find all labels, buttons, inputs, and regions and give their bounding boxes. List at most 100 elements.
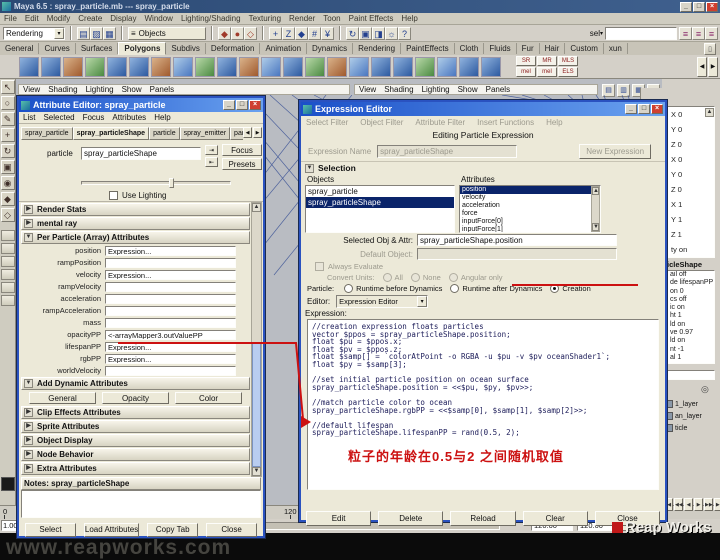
transport-button[interactable]: ◀◀: [674, 498, 683, 511]
move-tool-icon[interactable]: +: [1, 128, 15, 142]
attribute-value-field[interactable]: [105, 282, 236, 292]
add-attribute-button[interactable]: Color: [175, 392, 242, 404]
section-bar[interactable]: ▶ mental ray: [21, 217, 250, 230]
shelf-icon[interactable]: [261, 57, 281, 77]
transport-button[interactable]: ▶: [694, 498, 703, 511]
ipr-render-icon[interactable]: ◨: [372, 27, 385, 40]
add-attribute-button[interactable]: Opacity: [102, 392, 169, 404]
panel-menu-item[interactable]: Show: [122, 85, 142, 94]
attributes-list[interactable]: positionvelocityaccelerationforceinputFo…: [459, 185, 601, 233]
radio-icon[interactable]: [344, 284, 353, 293]
channel-box-footer-field[interactable]: [667, 370, 715, 380]
layout-shortcut-button[interactable]: [1, 269, 15, 280]
attribute-editor-tab[interactable]: particleClo: [230, 127, 243, 140]
ee-minimize-button[interactable]: _: [625, 104, 637, 114]
shelf-icon[interactable]: [481, 57, 501, 77]
show-future-icon[interactable]: ⇤: [205, 157, 218, 167]
attribute-value-field[interactable]: Expression...: [105, 354, 236, 364]
particle-mode-option[interactable]: Runtime before Dynamics: [344, 284, 450, 293]
expression-text-area[interactable]: //creation expression floats particlesve…: [307, 319, 659, 490]
ae-menu-item[interactable]: List: [23, 113, 35, 122]
new-scene-icon[interactable]: ▤: [77, 27, 90, 40]
attribute-value-field[interactable]: Expression...: [105, 246, 236, 256]
ae-bottom-button[interactable]: Copy Tab: [147, 523, 198, 537]
save-scene-icon[interactable]: ▦: [103, 27, 116, 40]
particle-mode-option[interactable]: Creation: [550, 284, 598, 293]
channel-row[interactable]: ve 0.97: [668, 329, 714, 337]
editor-dropdown[interactable]: Expression Editor ▾: [336, 295, 428, 308]
object-list-item[interactable]: spray_particleShape: [306, 197, 454, 208]
shape-channel-list[interactable]: ail offde lifespanPP oon 0cs offic onht …: [667, 270, 715, 364]
ae-bottom-button[interactable]: Load Attributes: [84, 523, 139, 537]
menu-item[interactable]: File: [4, 14, 17, 23]
attribute-editor-window[interactable]: Attribute Editor: spray_particle _ □ × L…: [17, 96, 265, 538]
shelf-tab[interactable]: Rendering: [353, 43, 401, 54]
toggle-tool-settings-icon[interactable]: ≡: [692, 27, 705, 40]
layout-shortcut-button[interactable]: [1, 282, 15, 293]
selection-mask-field[interactable]: ≡ Objects: [128, 27, 206, 40]
section-bar[interactable]: ▶ Clip Effects Attributes: [21, 406, 250, 419]
always-evaluate-checkbox[interactable]: [315, 262, 324, 271]
mel-shelf-button[interactable]: SR: [516, 56, 536, 66]
shelf-icon[interactable]: [283, 57, 303, 77]
collapse-arrow-icon[interactable]: ▼: [24, 379, 33, 388]
shelf-scroll-right-icon[interactable]: ▶: [708, 57, 718, 77]
ae-menu-item[interactable]: Help: [154, 113, 170, 122]
shelf-icon[interactable]: [393, 57, 413, 77]
attribute-list-item[interactable]: velocity: [460, 194, 592, 202]
section-bar[interactable]: ▶ Extra Attributes: [21, 462, 250, 475]
menuset-dropdown-arrow-icon[interactable]: ▾: [54, 28, 64, 39]
particle-mode-option[interactable]: Runtime after Dynamics: [450, 284, 550, 293]
objects-list[interactable]: spray_particlespray_particleShape: [305, 185, 455, 233]
section-bar[interactable]: ▶ Node Behavior: [21, 448, 250, 461]
shelf-tab[interactable]: PaintEffects: [401, 43, 455, 54]
attribute-editor-tab[interactable]: spray_particle: [21, 127, 73, 140]
soft-mod-tool-icon[interactable]: ◉: [1, 176, 15, 190]
shelf-tab[interactable]: Hair: [540, 43, 566, 54]
select-by-hierarchy-icon[interactable]: ◆: [218, 27, 231, 40]
toggle-attribute-editor-icon[interactable]: ≡: [679, 27, 692, 40]
menuset-dropdown[interactable]: Rendering ▾: [3, 27, 65, 40]
ae-menu-item[interactable]: Selected: [43, 113, 74, 122]
attribute-list-item[interactable]: force: [460, 210, 592, 218]
use-lighting-checkbox[interactable]: [109, 191, 118, 200]
menu-item[interactable]: Help: [401, 14, 417, 23]
attribute-value-field[interactable]: <-arrayMapper3.outValuePP: [105, 330, 236, 340]
section-bar[interactable]: ▶ Render Stats: [21, 203, 250, 216]
attribute-editor-tab[interactable]: spray_emitter: [180, 127, 230, 140]
mel-shelf-button[interactable]: mel: [537, 67, 557, 77]
transform-channel-list[interactable]: X 0Y 0Z 0X 0Y 0Z 0X 1Y 1Z 1ty on: [667, 106, 715, 258]
ee-bottom-button[interactable]: Edit: [306, 511, 371, 526]
radio-icon[interactable]: [550, 284, 559, 293]
show-manipulator-tool-icon[interactable]: ◆: [1, 192, 15, 206]
expression-name-field[interactable]: spray_particleShape: [377, 145, 517, 158]
expression-editor-window[interactable]: Expression Editor _ □ × Select FilterObj…: [299, 100, 667, 522]
sel-dropdown-arrow-icon[interactable]: ▾: [600, 30, 603, 37]
attribute-list-item[interactable]: acceleration: [460, 202, 592, 210]
shelf-trash-icon[interactable]: ▯: [704, 43, 716, 55]
expression-editor-titlebar[interactable]: Expression Editor _ □ ×: [301, 102, 665, 116]
channel-row[interactable]: Y 1: [668, 212, 714, 227]
shelf-icon[interactable]: [173, 57, 193, 77]
ae-maximize-button[interactable]: □: [236, 100, 248, 110]
channel-row[interactable]: Z 0: [668, 182, 714, 197]
shelf-icon[interactable]: [437, 57, 457, 77]
layout-shortcut-button[interactable]: [1, 295, 15, 306]
attribute-editor-tab[interactable]: spray_particleShape: [73, 127, 149, 140]
ee-bottom-button[interactable]: Reload: [450, 511, 515, 526]
panel-menu-item[interactable]: Show: [458, 85, 478, 94]
convert-units-option[interactable]: None: [411, 273, 449, 282]
shelf-tab[interactable]: Surfaces: [76, 43, 119, 54]
convert-units-option[interactable]: Angular only: [449, 273, 511, 282]
menu-item[interactable]: Display: [110, 14, 136, 23]
add-dynamic-section-bar[interactable]: ▼ Add Dynamic Attributes: [21, 377, 250, 390]
layout-shortcut-button[interactable]: [1, 230, 15, 241]
shelf-tab[interactable]: Curves: [39, 43, 75, 54]
shelf-icon[interactable]: [41, 57, 61, 77]
attribute-list-item[interactable]: inputForce[1]: [460, 226, 592, 233]
radio-icon[interactable]: [411, 273, 420, 282]
shelf-tab[interactable]: xun: [604, 43, 628, 54]
menu-item[interactable]: Edit: [25, 14, 39, 23]
expand-arrow-icon[interactable]: ▶: [24, 422, 33, 431]
shelf-scroll-left-icon[interactable]: ◀: [697, 57, 707, 77]
